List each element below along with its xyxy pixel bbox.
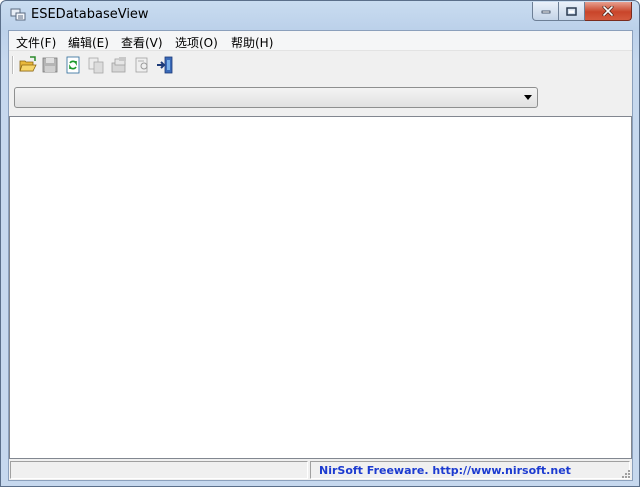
window-title: ESEDatabaseView (31, 7, 149, 22)
save-button[interactable] (41, 56, 59, 74)
menu-bar: 文件(F) 编辑(E) 查看(V) 选项(O) 帮助(H) (9, 31, 632, 51)
copy-button[interactable] (87, 56, 105, 74)
refresh-button[interactable] (64, 56, 82, 74)
exit-icon (157, 56, 173, 74)
html-report-icon (135, 57, 148, 73)
table-select[interactable] (14, 87, 538, 108)
close-button[interactable] (585, 2, 632, 21)
minimize-icon (541, 10, 550, 14)
client-area: 文件(F) 编辑(E) 查看(V) 选项(O) 帮助(H) NirSoft Fr… (8, 30, 633, 481)
save-icon (42, 57, 58, 73)
copy-icon (88, 57, 104, 74)
nirsoft-link[interactable]: NirSoft Freeware. http://www.nirsoft.net (319, 464, 571, 477)
close-icon (602, 6, 614, 16)
toolbar (9, 52, 632, 78)
html-report-button[interactable] (133, 56, 151, 74)
title-bar[interactable]: ESEDatabaseView (1, 1, 639, 30)
resize-grip-icon[interactable] (619, 467, 631, 479)
maximize-button[interactable] (559, 2, 585, 21)
app-icon (10, 8, 26, 21)
status-pane-right: NirSoft Freeware. http://www.nirsoft.net (310, 461, 630, 479)
menu-edit[interactable]: 编辑(E) (68, 34, 109, 51)
menu-view[interactable]: 查看(V) (121, 34, 163, 51)
minimize-button[interactable] (532, 2, 559, 21)
toolbar-grip[interactable] (12, 56, 14, 74)
status-bar: NirSoft Freeware. http://www.nirsoft.net (9, 459, 632, 480)
refresh-icon (66, 56, 80, 74)
chevron-down-icon[interactable] (524, 95, 532, 100)
properties-icon (111, 57, 126, 73)
app-window: ESEDatabaseView 文件(F) 编辑(E) 查看(V) 选项(O) (0, 0, 640, 487)
menu-help[interactable]: 帮助(H) (231, 34, 273, 51)
records-pane[interactable] (9, 116, 632, 459)
status-pane-left (10, 461, 308, 479)
open-folder-icon (19, 56, 37, 72)
exit-button[interactable] (156, 56, 174, 74)
menu-options[interactable]: 选项(O) (175, 34, 218, 51)
open-button[interactable] (19, 56, 37, 74)
properties-button[interactable] (110, 56, 128, 74)
maximize-icon (566, 6, 577, 16)
menu-file[interactable]: 文件(F) (16, 34, 56, 51)
